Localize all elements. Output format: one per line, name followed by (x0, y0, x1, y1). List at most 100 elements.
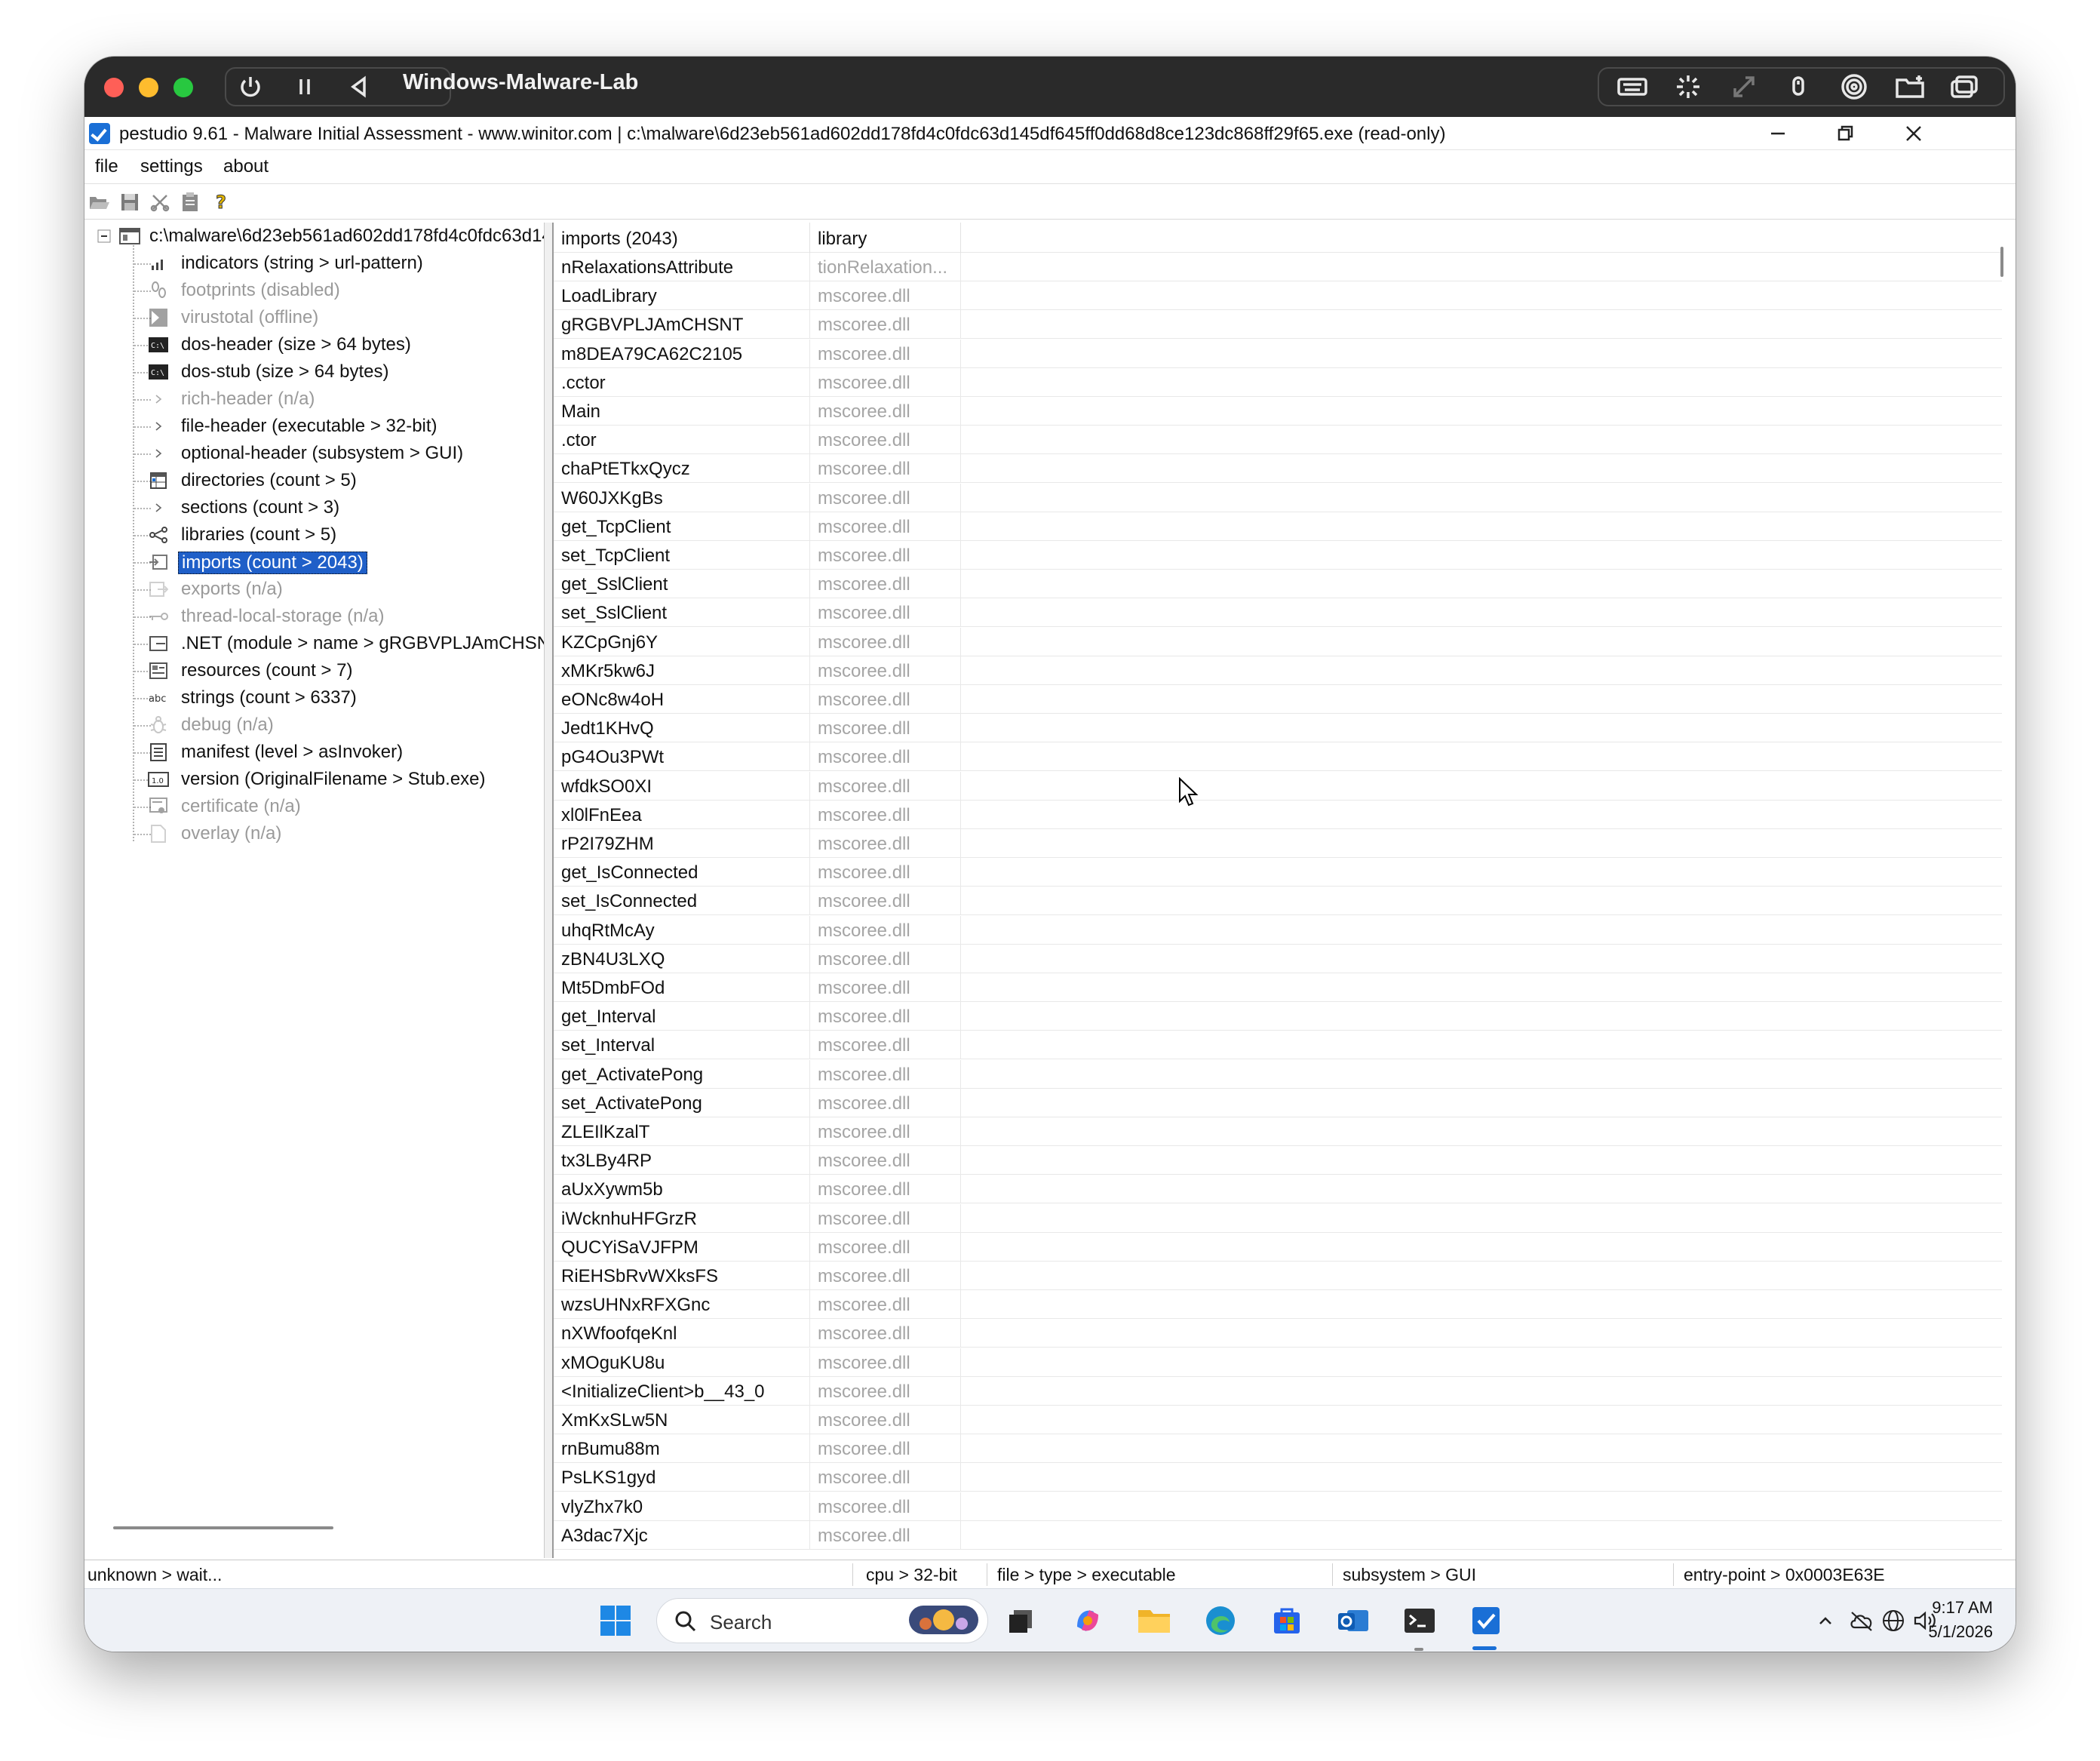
console-icon: C:\ (148, 334, 169, 355)
back-icon[interactable] (336, 67, 382, 106)
minimize-window-button[interactable] (139, 78, 158, 97)
table-row[interactable]: .cctor mscoree.dll (554, 367, 2002, 397)
table-row[interactable]: rnBumu88m mscoree.dll (554, 1434, 2002, 1464)
table-row[interactable]: rP2I79ZHM mscoree.dll (554, 829, 2002, 858)
table-row[interactable]: m8DEA79CA62C2105 mscoree.dll (554, 339, 2002, 368)
table-row[interactable]: W60JXKgBs mscoree.dll (554, 483, 2002, 512)
table-row[interactable]: XmKxSLw5N mscoree.dll (554, 1406, 2002, 1434)
table-row[interactable]: set_SslClient mscoree.dll (554, 598, 2002, 628)
save-icon[interactable] (118, 190, 142, 214)
table-row[interactable]: <InitializeClient>b__43_0 mscoree.dll (554, 1376, 2002, 1406)
table-row[interactable]: get_ActivatePong mscoree.dll (554, 1059, 2002, 1089)
close-button[interactable] (1880, 117, 1948, 150)
pestudio-taskbar-icon[interactable] (1468, 1603, 1504, 1639)
table-row[interactable]: get_TcpClient mscoree.dll (554, 512, 2002, 541)
close-window-button[interactable] (104, 78, 124, 97)
brightness-icon[interactable] (1666, 67, 1711, 106)
power-icon[interactable] (228, 67, 273, 106)
table-row[interactable]: get_IsConnected mscoree.dll (554, 858, 2002, 887)
table-row[interactable]: set_Interval mscoree.dll (554, 1031, 2002, 1060)
microsoft-store-icon[interactable] (1269, 1603, 1305, 1639)
taskbar-time[interactable]: 9:17 AM (1910, 1598, 1993, 1618)
table-row[interactable]: tx3LBy4RP mscoree.dll (554, 1146, 2002, 1176)
table-row[interactable]: xMOguKU8u mscoree.dll (554, 1348, 2002, 1377)
table-row[interactable]: uhqRtMcAy mscoree.dll (554, 915, 2002, 945)
panel-splitter[interactable] (545, 223, 552, 1558)
table-row[interactable]: .ctor mscoree.dll (554, 426, 2002, 455)
shared-folder-icon[interactable] (1887, 67, 1933, 106)
horizontal-scrollbar[interactable] (113, 1526, 333, 1529)
terminal-icon[interactable] (1402, 1603, 1438, 1639)
taskbar-search[interactable]: Search (656, 1598, 988, 1643)
restore-button[interactable] (1812, 117, 1880, 150)
table-row[interactable]: KZCpGnj6Y mscoree.dll (554, 627, 2002, 656)
table-row[interactable]: eONc8w4oH mscoree.dll (554, 685, 2002, 714)
table-row[interactable]: get_Interval mscoree.dll (554, 1002, 2002, 1031)
table-row[interactable]: aUxXywm5b mscoree.dll (554, 1175, 2002, 1204)
cloud-offline-icon[interactable] (1847, 1603, 1877, 1639)
windows-overview-icon[interactable] (1942, 67, 1987, 106)
table-row[interactable]: nRelaxationsAttribute tionRelaxation... (554, 253, 2002, 281)
table-row[interactable]: nXWfoofqeKnl mscoree.dll (554, 1319, 2002, 1348)
menu-file[interactable]: file (95, 156, 118, 177)
zoom-window-button[interactable] (173, 78, 193, 97)
table-row[interactable]: Main mscoree.dll (554, 397, 2002, 426)
import-name-cell: iWcknhuHFGrzR (554, 1203, 810, 1233)
table-row[interactable]: xMKr5kw6J mscoree.dll (554, 656, 2002, 685)
status-subsystem: subsystem > GUI (1343, 1565, 1477, 1584)
table-row[interactable]: QUCYiSaVJFPM mscoree.dll (554, 1232, 2002, 1262)
help-icon[interactable]: ? (210, 190, 234, 214)
edge-browser-icon[interactable] (1202, 1603, 1239, 1639)
resize-icon[interactable] (1721, 67, 1767, 106)
table-row[interactable]: A3dac7Xjc mscoree.dll (554, 1520, 2002, 1550)
mouse-icon[interactable] (1776, 67, 1821, 106)
table-row[interactable]: get_SslClient mscoree.dll (554, 570, 2002, 599)
menu-about[interactable]: about (223, 156, 269, 177)
clipboard-icon[interactable] (178, 190, 202, 214)
table-row[interactable]: LoadLibrary mscoree.dll (554, 281, 2002, 311)
file-explorer-icon[interactable] (1136, 1603, 1172, 1639)
column-header-library[interactable]: library (810, 223, 961, 253)
table-row[interactable]: gRGBVPLJAmCHSNT mscoree.dll (554, 310, 2002, 340)
table-row[interactable]: zBN4U3LXQ mscoree.dll (554, 944, 2002, 973)
disc-icon[interactable] (1831, 67, 1877, 106)
table-row[interactable]: iWcknhuHFGrzR mscoree.dll (554, 1203, 2002, 1233)
table-row[interactable]: set_TcpClient mscoree.dll (554, 541, 2002, 570)
table-row[interactable]: PsLKS1gyd mscoree.dll (554, 1463, 2002, 1492)
library-cell: mscoree.dll (810, 570, 961, 599)
table-row[interactable]: wzsUHNxRFXGnc mscoree.dll (554, 1290, 2002, 1320)
expand-arrow-icon[interactable] (148, 443, 169, 464)
table-row[interactable]: set_ActivatePong mscoree.dll (554, 1088, 2002, 1117)
chevron-up-icon[interactable] (1812, 1603, 1839, 1639)
taskbar-date[interactable]: 5/1/2026 (1910, 1622, 1993, 1642)
import-name-cell: eONc8w4oH (554, 685, 810, 714)
table-row[interactable]: chaPtETkxQycz mscoree.dll (554, 454, 2002, 484)
open-folder-icon[interactable] (88, 190, 112, 214)
table-row[interactable]: pG4Ou3PWt mscoree.dll (554, 742, 2002, 772)
column-header-imports[interactable]: imports (2043) (554, 223, 810, 253)
library-cell: mscoree.dll (810, 310, 961, 340)
table-row[interactable]: Mt5DmbFOd mscoree.dll (554, 973, 2002, 1002)
keyboard-icon[interactable] (1610, 67, 1655, 106)
expand-arrow-icon[interactable] (148, 416, 169, 437)
pause-icon[interactable] (282, 67, 327, 106)
table-row[interactable]: vlyZhx7k0 mscoree.dll (554, 1492, 2002, 1521)
task-view-icon[interactable] (1003, 1603, 1039, 1639)
copilot-icon[interactable] (1070, 1603, 1106, 1639)
table-row[interactable]: xl0lFnEea mscoree.dll (554, 800, 2002, 829)
table-row[interactable]: wfdkSO0XI mscoree.dll (554, 771, 2002, 801)
table-row[interactable]: set_IsConnected mscoree.dll (554, 887, 2002, 916)
expand-arrow-icon[interactable] (148, 497, 169, 518)
table-row[interactable]: Jedt1KHvQ mscoree.dll (554, 714, 2002, 743)
collapse-icon[interactable] (94, 226, 115, 247)
table-row[interactable]: ZLEIlKzalT mscoree.dll (554, 1117, 2002, 1146)
menu-settings[interactable]: settings (140, 156, 203, 177)
network-globe-icon[interactable] (1878, 1603, 1908, 1639)
outlook-icon[interactable] (1335, 1603, 1371, 1639)
cut-icon[interactable] (148, 190, 172, 214)
windows-start-icon[interactable] (597, 1603, 634, 1639)
expand-arrow-icon[interactable] (148, 389, 169, 410)
table-row[interactable]: RiEHSbRvWXksFS mscoree.dll (554, 1262, 2002, 1290)
library-cell: mscoree.dll (810, 598, 961, 628)
minimize-button[interactable] (1744, 117, 1812, 150)
